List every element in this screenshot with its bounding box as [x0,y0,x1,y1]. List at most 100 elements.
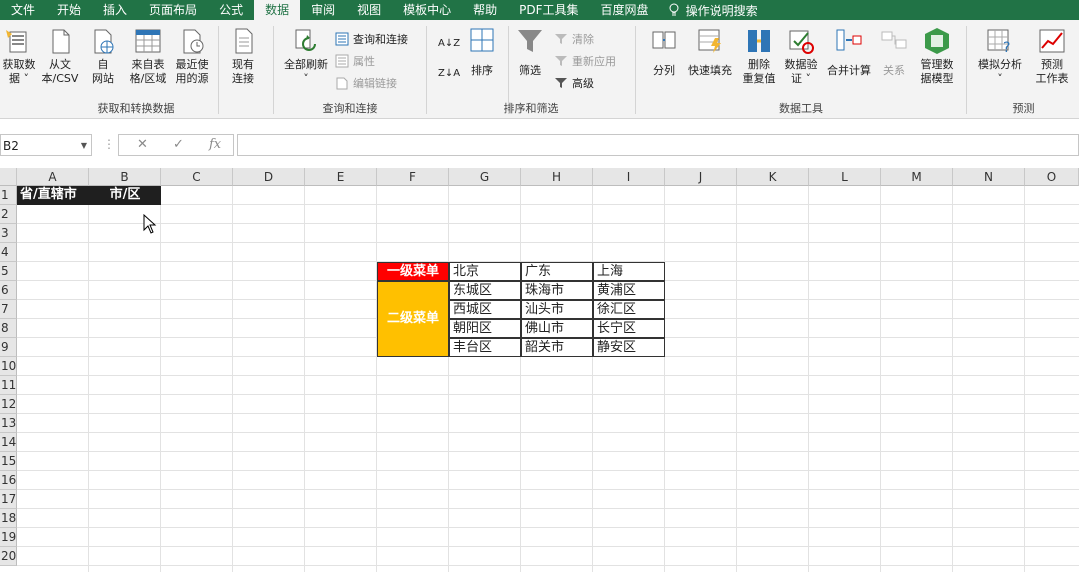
manage-data-model-button[interactable]: 管理数 据模型 [915,26,959,86]
filter-button[interactable]: 筛选 [512,26,548,78]
district-cell[interactable]: 珠海市 [521,281,593,300]
tab-6[interactable]: 审阅 [300,0,346,20]
column-header[interactable]: B [89,168,161,186]
row-header[interactable]: 18 [0,509,17,528]
row-header[interactable]: 3 [0,224,17,243]
row-header[interactable]: 15 [0,452,17,471]
column-header[interactable]: D [233,168,305,186]
row-header[interactable]: 7 [0,300,17,319]
column-header[interactable]: F [377,168,449,186]
level1-menu-label[interactable]: 一级菜单 [377,262,449,281]
column-header[interactable]: M [881,168,953,186]
district-cell[interactable]: 西城区 [449,300,521,319]
reapply-button[interactable]: 重新应用 [554,52,616,70]
column-header[interactable]: N [953,168,1025,186]
district-cell[interactable]: 东城区 [449,281,521,300]
row-header[interactable]: 10 [0,357,17,376]
tab-8[interactable]: 模板中心 [392,0,462,20]
tab-3[interactable]: 页面布局 [138,0,208,20]
row-header[interactable]: 20 [0,547,17,566]
remove-duplicates-button[interactable]: 删除 重复值 [739,26,779,86]
column-header[interactable]: C [161,168,233,186]
sort-button[interactable]: 排序 [464,26,500,78]
row-header[interactable]: 5 [0,262,17,281]
column-header[interactable]: H [521,168,593,186]
refresh-all-button[interactable]: 全部刷新 ˅ [279,26,333,86]
queries-connections-button[interactable]: 查询和连接 [335,30,408,48]
tab-4[interactable]: 公式 [208,0,254,20]
district-cell[interactable]: 静安区 [593,338,665,357]
district-cell[interactable]: 黄浦区 [593,281,665,300]
column-header[interactable]: I [593,168,665,186]
advanced-filter-button[interactable]: 高级 [554,74,594,92]
tab-7[interactable]: 视图 [346,0,392,20]
consolidate-button[interactable]: 合并计算 [823,26,875,78]
column-header[interactable]: E [305,168,377,186]
tab-0[interactable]: 文件 [0,0,46,20]
select-all-corner[interactable] [0,168,17,186]
district-cell[interactable]: 徐汇区 [593,300,665,319]
tab-1[interactable]: 开始 [46,0,92,20]
column-header[interactable]: O [1025,168,1079,186]
tell-me-search[interactable]: 操作说明搜索 [660,2,758,19]
row-header[interactable]: 9 [0,338,17,357]
row-header[interactable]: 17 [0,490,17,509]
worksheet-grid[interactable]: A B C D E F G H I J K L M N O 1 2 3 4 5 6 7 8 9 10 11 12 13 14 15 16 17… [0,168,1079,572]
cell-a1[interactable]: 省/直辖市 [17,186,89,205]
name-box[interactable]: B2 ▼ [0,134,92,156]
tab-2[interactable]: 插入 [92,0,138,20]
level2-menu-label[interactable]: 二级菜单 [377,281,449,357]
from-web-button[interactable]: 自 网站 [84,26,122,86]
chevron-down-icon[interactable]: ▼ [81,135,87,157]
data-validation-button[interactable]: 数据验 证 ˅ [781,26,821,86]
from-table-button[interactable]: 来自表 格/区域 [126,26,170,86]
existing-connections-button[interactable]: 现有 连接 [224,26,262,86]
row-header[interactable]: 11 [0,376,17,395]
row-header[interactable]: 12 [0,395,17,414]
recent-sources-button[interactable]: 最近使 用的源 [172,26,212,86]
column-header[interactable]: A [17,168,89,186]
district-cell[interactable]: 丰台区 [449,338,521,357]
edit-links-button[interactable]: 编辑链接 [335,74,397,92]
clear-filter-button[interactable]: 清除 [554,30,594,48]
cell-b1[interactable]: 市/区 [89,186,161,205]
column-header[interactable]: G [449,168,521,186]
tab-11[interactable]: 百度网盘 [590,0,660,20]
forecast-sheet-button[interactable]: 预测 工作表 [1030,26,1074,86]
row-header[interactable]: 2 [0,205,17,224]
district-cell[interactable]: 朝阳区 [449,319,521,338]
province-cell[interactable]: 上海 [593,262,665,281]
tab-9[interactable]: 帮助 [462,0,508,20]
province-cell[interactable]: 广东 [521,262,593,281]
properties-button[interactable]: 属性 [335,52,375,70]
what-if-analysis-button[interactable]: ? 模拟分析 ˅ [972,26,1028,86]
row-header[interactable]: 1 [0,186,17,205]
column-header[interactable]: J [665,168,737,186]
from-csv-button[interactable]: 从文 本/CSV [40,26,80,86]
row-header[interactable]: 14 [0,433,17,452]
insert-function-icon[interactable]: fx [209,137,221,152]
flash-fill-button[interactable]: 快速填充 [685,26,735,78]
tab-10[interactable]: PDF工具集 [508,0,589,20]
enter-icon[interactable]: ✓ [173,137,184,152]
province-cell[interactable]: 北京 [449,262,521,281]
district-cell[interactable]: 佛山市 [521,319,593,338]
column-header[interactable]: L [809,168,881,186]
row-header[interactable]: 19 [0,528,17,547]
tab-5[interactable]: 数据 [254,0,301,20]
row-header[interactable]: 6 [0,281,17,300]
district-cell[interactable]: 汕头市 [521,300,593,319]
text-to-columns-button[interactable]: 分列 [647,26,681,78]
district-cell[interactable]: 韶关市 [521,338,593,357]
column-header[interactable]: K [737,168,809,186]
district-cell[interactable]: 长宁区 [593,319,665,338]
get-data-button[interactable]: 获取数 据 ˅ [0,26,38,86]
row-header[interactable]: 13 [0,414,17,433]
sort-ascending-button[interactable]: A↓Z [438,34,460,52]
cancel-icon[interactable]: ✕ [137,137,148,152]
sort-descending-button[interactable]: Z↓A [438,64,460,82]
row-header[interactable]: 16 [0,471,17,490]
formula-input[interactable] [237,134,1079,156]
row-header[interactable]: 4 [0,243,17,262]
row-header[interactable]: 8 [0,319,17,338]
